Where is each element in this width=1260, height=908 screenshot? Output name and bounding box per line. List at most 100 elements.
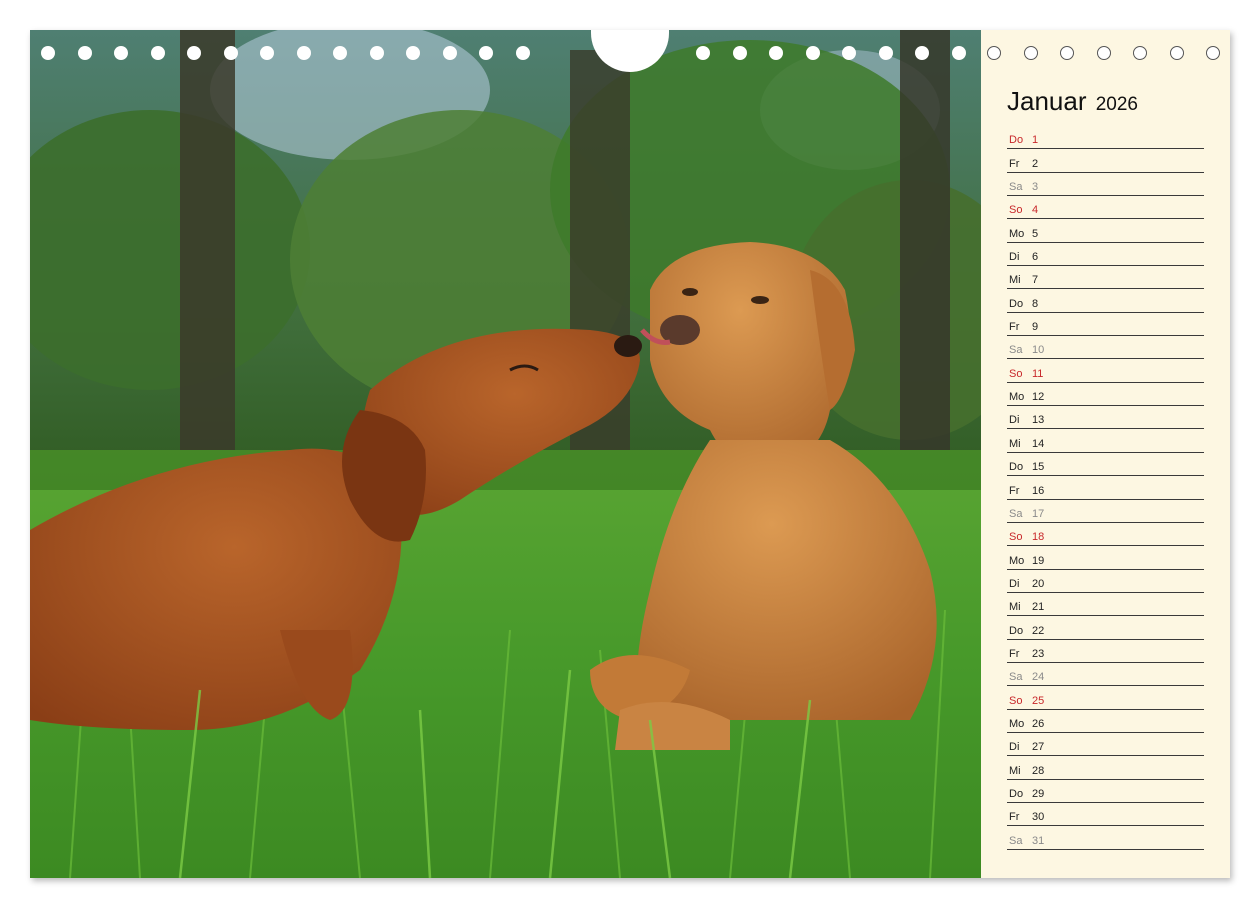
day-number: 28 — [1032, 764, 1045, 777]
day-row: Di 13 — [1007, 406, 1204, 430]
weekday-label: Di — [1009, 741, 1020, 754]
weekday-label: Fr — [1009, 811, 1020, 824]
day-list: Do 1 Fr 2 Sa 3 So 4 Mo 5 Di 6 Mi 7 Do 8 Fr 9 Sa 10 So 11 Mo 12 D… — [1007, 126, 1204, 850]
day-row: Do 15 — [1007, 453, 1204, 477]
day-number: 11 — [1032, 367, 1044, 380]
day-number: 30 — [1032, 811, 1045, 824]
calendar-panel: Januar 2026 Do 1 Fr 2 Sa 3 So 4 Mo 5 Di 6 Mi 7 Do 8 Fr 9 S… — [981, 30, 1230, 878]
day-number: 5 — [1032, 227, 1039, 240]
day-row: So 11 — [1007, 359, 1204, 383]
year-label: 2026 — [1095, 94, 1139, 115]
day-number: 3 — [1032, 181, 1039, 194]
day-row: So 4 — [1007, 196, 1204, 220]
day-number: 9 — [1032, 321, 1039, 334]
day-row: Sa 31 — [1007, 826, 1204, 850]
day-number: 10 — [1032, 344, 1045, 357]
calendar-page: Januar 2026 Do 1 Fr 2 Sa 3 So 4 Mo 5 Di 6 Mi 7 Do 8 Fr 9 S… — [30, 30, 1230, 878]
day-number: 27 — [1032, 741, 1045, 754]
day-number: 26 — [1032, 717, 1045, 730]
day-row: Fr 30 — [1007, 803, 1204, 827]
day-number: 25 — [1032, 694, 1045, 707]
month-title: Januar 2026 — [1007, 86, 1138, 117]
day-row: Di 27 — [1007, 733, 1204, 757]
day-row: Mi 21 — [1007, 593, 1204, 617]
weekday-label: Do — [1009, 624, 1024, 637]
month-name: Januar — [1007, 86, 1087, 116]
day-number: 6 — [1032, 251, 1039, 264]
weekday-label: Do — [1009, 134, 1024, 147]
day-number: 17 — [1032, 507, 1045, 520]
day-number: 4 — [1032, 204, 1039, 217]
weekday-label: Mo — [1009, 391, 1025, 404]
day-row: Mi 14 — [1007, 429, 1204, 453]
weekday-label: Sa — [1009, 181, 1023, 194]
day-number: 7 — [1032, 274, 1039, 287]
weekday-label: Mo — [1009, 554, 1025, 567]
weekday-label: Fr — [1009, 484, 1020, 497]
weekday-label: Di — [1009, 577, 1020, 590]
weekday-label: Di — [1009, 414, 1020, 427]
day-row: So 25 — [1007, 686, 1204, 710]
day-number: 14 — [1032, 437, 1045, 450]
day-number: 16 — [1032, 484, 1045, 497]
day-number: 8 — [1032, 297, 1039, 310]
day-number: 24 — [1032, 671, 1045, 684]
day-row: Fr 16 — [1007, 476, 1204, 500]
weekday-label: Di — [1009, 251, 1020, 264]
weekday-label: So — [1009, 694, 1023, 707]
day-number: 19 — [1032, 554, 1045, 567]
day-number: 1 — [1032, 134, 1039, 147]
day-number: 31 — [1032, 834, 1045, 847]
day-row: Mo 12 — [1007, 383, 1204, 407]
dogs-photo — [30, 30, 981, 878]
day-number: 21 — [1032, 601, 1045, 614]
day-number: 22 — [1032, 624, 1045, 637]
day-row: Mi 7 — [1007, 266, 1204, 290]
day-number: 12 — [1032, 391, 1045, 404]
day-row: So 18 — [1007, 523, 1204, 547]
day-number: 18 — [1032, 531, 1045, 544]
day-row: Do 22 — [1007, 616, 1204, 640]
day-row: Mo 5 — [1007, 219, 1204, 243]
weekday-label: Do — [1009, 297, 1024, 310]
day-number: 2 — [1032, 157, 1039, 170]
weekday-label: Sa — [1009, 834, 1023, 847]
weekday-label: So — [1009, 367, 1023, 380]
day-number: 20 — [1032, 577, 1045, 590]
photo-illustration — [30, 30, 981, 878]
weekday-label: Do — [1009, 787, 1024, 800]
weekday-label: Sa — [1009, 671, 1023, 684]
day-number: 15 — [1032, 461, 1045, 474]
weekday-label: So — [1009, 531, 1023, 544]
day-row: Do 29 — [1007, 780, 1204, 803]
weekday-label: Mo — [1009, 717, 1025, 730]
day-row: Fr 23 — [1007, 640, 1204, 663]
weekday-label: Fr — [1009, 321, 1020, 334]
day-row: Fr 2 — [1007, 149, 1204, 173]
day-number: 29 — [1032, 787, 1045, 800]
weekday-label: Mi — [1009, 764, 1021, 777]
day-row: Sa 3 — [1007, 173, 1204, 197]
weekday-label: Fr — [1009, 647, 1020, 660]
weekday-label: So — [1009, 204, 1023, 217]
day-row: Sa 10 — [1007, 336, 1204, 360]
weekday-label: Mi — [1009, 601, 1021, 614]
day-number: 23 — [1032, 647, 1045, 660]
day-row: Do 8 — [1007, 289, 1204, 313]
weekday-label: Do — [1009, 461, 1024, 474]
day-row: Mi 28 — [1007, 756, 1204, 780]
weekday-label: Sa — [1009, 344, 1023, 357]
weekday-label: Fr — [1009, 157, 1020, 170]
day-row: Sa 24 — [1007, 663, 1204, 687]
day-row: Di 6 — [1007, 243, 1204, 267]
day-row: Do 1 — [1007, 126, 1204, 150]
day-row: Mo 19 — [1007, 546, 1204, 570]
day-number: 13 — [1032, 414, 1045, 427]
day-row: Sa 17 — [1007, 500, 1204, 523]
day-row: Di 20 — [1007, 570, 1204, 593]
weekday-label: Mi — [1009, 437, 1021, 450]
weekday-label: Mi — [1009, 274, 1021, 287]
day-row: Fr 9 — [1007, 313, 1204, 337]
day-row: Mo 26 — [1007, 710, 1204, 733]
weekday-label: Sa — [1009, 507, 1023, 520]
